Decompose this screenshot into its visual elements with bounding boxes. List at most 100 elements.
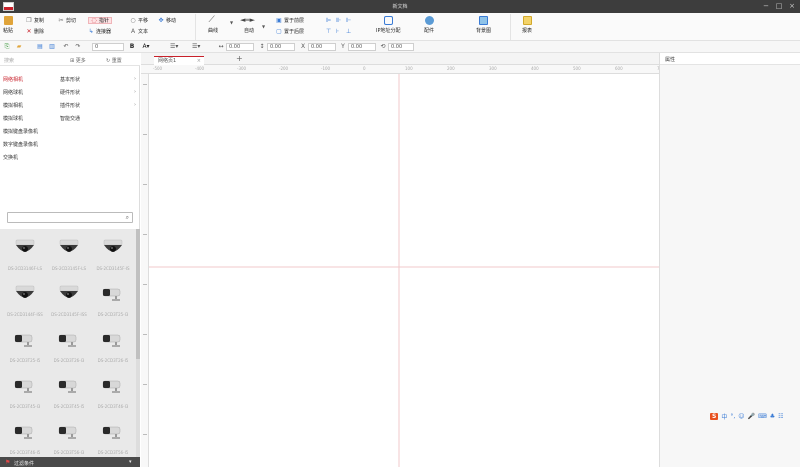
category-item[interactable]: 网络相机 <box>3 76 23 83</box>
curve-button[interactable]: ⟋ 曲线 <box>208 16 218 35</box>
device-thumbnail[interactable]: DS-2CD3T45-I5 <box>49 372 89 417</box>
copy-button[interactable]: ❐ 复制 <box>26 17 44 24</box>
device-thumbnail[interactable]: DS-2CD3144F-ISS <box>5 280 45 325</box>
gallery-scroll-thumb[interactable] <box>136 229 140 359</box>
ime-menu-icon[interactable]: ☷ <box>778 413 783 420</box>
report-button[interactable]: 报表 <box>522 16 532 34</box>
tab-page-1[interactable]: 网络页1 × <box>154 56 204 65</box>
device-label: DS-2CD3146F-LS <box>7 266 43 271</box>
category-item[interactable]: 网络球机 <box>3 89 23 96</box>
text-button[interactable]: A 文本 <box>130 28 148 35</box>
background-button[interactable]: 背景图 <box>476 16 491 34</box>
pointer-icon: ◌ <box>91 16 97 24</box>
device-thumbnail[interactable]: DS-2CD3146F-LS <box>5 234 45 279</box>
align-center-icon[interactable]: ⊪ <box>336 17 346 24</box>
delete-button[interactable]: ✕ 删除 <box>26 28 44 35</box>
print-icon[interactable]: ▥ <box>48 43 56 51</box>
reset-button[interactable]: ↻ 重置 <box>106 57 122 64</box>
ime-chinese-icon[interactable]: 中 <box>721 412 727 421</box>
line-weight-icon[interactable]: ☰▾ <box>192 43 200 51</box>
search-icon[interactable]: ⌕ <box>126 214 129 222</box>
x-position-input[interactable]: 0.00 <box>308 43 336 51</box>
bring-front-button[interactable]: ▣ 置于前层 <box>276 17 304 24</box>
close-icon[interactable]: × <box>786 1 798 11</box>
ip-assign-button[interactable]: IP地址分配 <box>376 16 401 34</box>
align-left-icon[interactable]: ⊫ <box>326 17 336 24</box>
category-item[interactable]: 模拟键盘录像机 <box>3 128 38 135</box>
category-item[interactable]: 模拟相机 <box>3 102 23 109</box>
subcategory-item[interactable]: 硬件形状 › <box>60 89 138 96</box>
parts-button[interactable]: 配件 <box>424 16 434 34</box>
device-thumbnail[interactable]: DS-2CD3145F-ISS <box>49 280 89 325</box>
line-style-icon[interactable]: ☰▾ <box>170 43 178 51</box>
align-middle-icon[interactable]: ⊦ <box>336 28 346 35</box>
pointer-button[interactable]: ◌ 指针 <box>88 16 113 24</box>
ruler-tick-label: 0 <box>363 66 366 71</box>
font-color-icon[interactable]: A▾ <box>142 43 150 51</box>
auto-button[interactable]: ◄═► 自动 <box>240 16 258 34</box>
device-label: DS-2CD3T56-I3 <box>53 450 85 455</box>
ime-punct-icon[interactable]: °, <box>730 413 735 420</box>
send-back-button[interactable]: ▢ 置于后层 <box>276 28 304 35</box>
auto-dropdown-icon[interactable]: ▼ <box>262 24 265 29</box>
category-item[interactable]: 数字键盘录像机 <box>3 141 38 148</box>
cut-button[interactable]: ✂ 剪切 <box>58 17 76 24</box>
connector-button[interactable]: ↳ 连接器 <box>88 28 112 35</box>
category-item[interactable]: 交换机 <box>3 154 18 161</box>
device-thumbnail[interactable]: DS-2CD3T46-I3 <box>93 372 133 417</box>
subcategory-item[interactable]: 智能交通 <box>60 115 138 122</box>
width-input[interactable]: 0.00 <box>226 43 254 51</box>
angle-input[interactable]: 0.00 <box>388 43 414 51</box>
filter-bar[interactable]: ⚑ 过滤条件 ▾ <box>0 457 140 467</box>
curve-dropdown-icon[interactable]: ▼ <box>230 20 233 25</box>
align-top-icon[interactable]: ⊤ <box>326 28 336 35</box>
open-folder-icon[interactable]: ▰ <box>15 43 23 51</box>
ruler-mark <box>143 334 147 335</box>
device-search-input[interactable]: ⌕ <box>7 212 133 223</box>
maximize-icon[interactable]: □ <box>773 1 785 11</box>
redo-icon[interactable]: ↷ <box>74 43 82 51</box>
category-item[interactable]: 模拟球机 <box>3 115 23 122</box>
height-input[interactable]: 0.00 <box>267 43 295 51</box>
dome-camera-icon <box>57 284 81 306</box>
ruler-mark <box>143 284 147 285</box>
pan-button[interactable]: ○ 平移 <box>130 17 148 24</box>
device-thumbnail[interactable]: DS-2CD3T25-I5 <box>5 326 45 371</box>
ime-keyboard-icon[interactable]: ⌨ <box>758 413 767 420</box>
undo-icon[interactable]: ↶ <box>62 43 70 51</box>
filter-collapse-icon[interactable]: ▾ <box>129 459 132 465</box>
minimize-icon[interactable]: − <box>760 1 772 11</box>
connector-icon: ↳ <box>88 27 94 35</box>
tab-close-icon[interactable]: × <box>197 57 201 65</box>
subcategory-item[interactable]: 插件形状 › <box>60 102 138 109</box>
dome-camera-icon <box>101 238 125 260</box>
save-icon[interactable]: ▤ <box>36 43 44 51</box>
device-thumbnail[interactable]: DS-2CD3T26-I3 <box>49 326 89 371</box>
drawing-canvas[interactable] <box>149 74 659 467</box>
gallery-scrollbar[interactable] <box>136 229 140 457</box>
add-tab-icon[interactable]: + <box>236 54 243 63</box>
font-size-select[interactable]: 0 <box>92 43 124 51</box>
align-right-icon[interactable]: ⊩ <box>346 17 356 24</box>
ime-skin-icon[interactable]: ♣ <box>770 413 775 420</box>
more-button[interactable]: ⊞ 更多 <box>70 57 86 64</box>
bullet-camera-icon <box>101 376 125 398</box>
ime-voice-icon[interactable]: 🎤 <box>748 413 755 420</box>
ime-logo-icon[interactable]: S <box>710 412 719 420</box>
new-doc-icon[interactable]: ⎘ <box>3 43 11 51</box>
subcategory-item[interactable]: 基本形状 › <box>60 76 138 83</box>
ime-emoji-icon[interactable]: ☺ <box>738 413 744 420</box>
paste-button[interactable]: 粘贴 <box>3 16 13 34</box>
ime-toolbar[interactable]: S 中 °, ☺ 🎤 ⌨ ♣ ☷ <box>710 411 800 421</box>
move-button[interactable]: ✥ 移动 <box>158 17 176 24</box>
ruler-tick-label: 100 <box>405 66 413 71</box>
move-icon: ✥ <box>158 16 164 24</box>
device-thumbnail[interactable]: DS-2CD3145F-LS <box>49 234 89 279</box>
device-thumbnail[interactable]: DS-2CD3T26-I5 <box>93 326 133 371</box>
y-position-input[interactable]: 0.00 <box>348 43 376 51</box>
bold-icon[interactable]: B <box>128 43 136 51</box>
device-thumbnail[interactable]: DS-2CD3145F-IS <box>93 234 133 279</box>
device-thumbnail[interactable]: DS-2CD3T25-I3 <box>93 280 133 325</box>
align-bottom-icon[interactable]: ⊥ <box>346 28 356 35</box>
device-thumbnail[interactable]: DS-2CD3T45-I3 <box>5 372 45 417</box>
